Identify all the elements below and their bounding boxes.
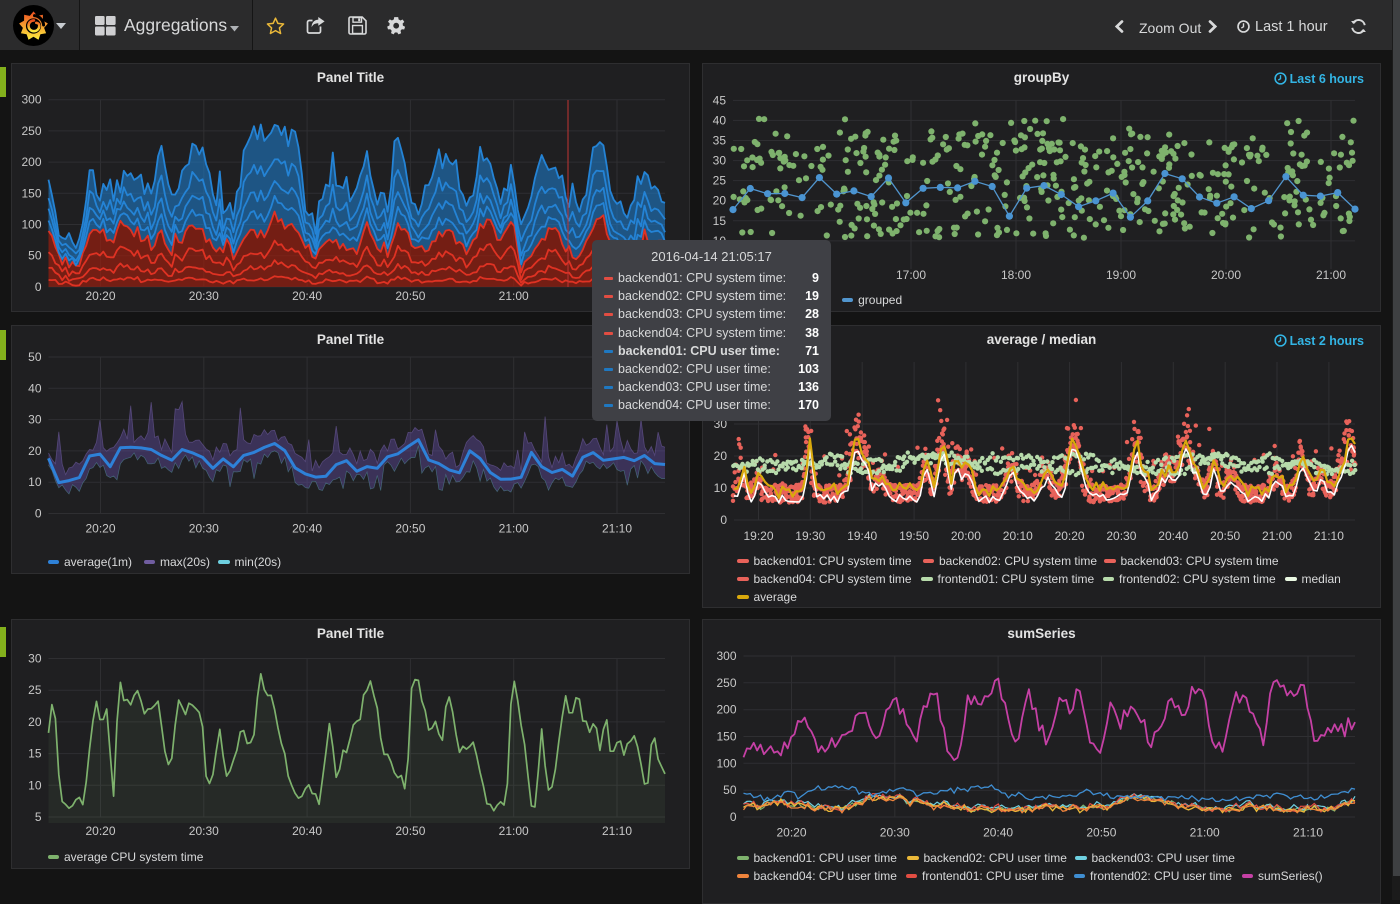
svg-text:20:10: 20:10 xyxy=(1003,529,1033,543)
svg-text:20:50: 20:50 xyxy=(1086,826,1116,840)
svg-text:300: 300 xyxy=(21,93,41,107)
svg-text:20:20: 20:20 xyxy=(1055,529,1085,543)
svg-text:20:40: 20:40 xyxy=(292,289,322,303)
svg-text:20:40: 20:40 xyxy=(292,522,322,536)
svg-text:20: 20 xyxy=(714,449,728,463)
svg-text:20: 20 xyxy=(28,444,42,458)
svg-text:17:00: 17:00 xyxy=(896,268,926,282)
svg-text:20:30: 20:30 xyxy=(880,826,910,840)
svg-text:20:50: 20:50 xyxy=(395,824,425,838)
svg-text:20:20: 20:20 xyxy=(776,826,806,840)
svg-text:19:20: 19:20 xyxy=(743,529,773,543)
svg-text:21:00: 21:00 xyxy=(1316,268,1346,282)
svg-text:21:10: 21:10 xyxy=(602,522,632,536)
svg-text:15: 15 xyxy=(28,747,42,761)
svg-text:50: 50 xyxy=(723,783,737,797)
svg-text:30: 30 xyxy=(713,154,727,168)
svg-text:10: 10 xyxy=(714,481,728,495)
svg-text:35: 35 xyxy=(713,134,727,148)
svg-text:21:00: 21:00 xyxy=(499,824,529,838)
svg-text:0: 0 xyxy=(35,507,42,521)
svg-text:0: 0 xyxy=(730,810,737,824)
svg-text:5: 5 xyxy=(35,810,42,824)
svg-text:40: 40 xyxy=(713,113,727,127)
svg-text:20: 20 xyxy=(713,194,727,208)
svg-text:20:00: 20:00 xyxy=(1211,268,1241,282)
svg-text:50: 50 xyxy=(28,249,42,263)
svg-text:20:40: 20:40 xyxy=(1158,529,1188,543)
svg-text:20:50: 20:50 xyxy=(395,289,425,303)
svg-text:45: 45 xyxy=(713,93,727,107)
svg-text:100: 100 xyxy=(21,218,41,232)
svg-text:20:00: 20:00 xyxy=(951,529,981,543)
svg-text:19:00: 19:00 xyxy=(1106,268,1136,282)
svg-text:0: 0 xyxy=(35,280,42,294)
svg-text:21:00: 21:00 xyxy=(499,289,529,303)
svg-text:40: 40 xyxy=(28,381,42,395)
svg-text:200: 200 xyxy=(21,155,41,169)
svg-text:21:10: 21:10 xyxy=(1293,826,1323,840)
svg-text:250: 250 xyxy=(21,124,41,138)
svg-text:18:00: 18:00 xyxy=(1001,268,1031,282)
svg-text:20: 20 xyxy=(28,715,42,729)
svg-text:200: 200 xyxy=(716,703,736,717)
svg-text:30: 30 xyxy=(28,652,42,666)
svg-text:20:30: 20:30 xyxy=(189,522,219,536)
svg-text:20:20: 20:20 xyxy=(85,824,115,838)
svg-text:21:00: 21:00 xyxy=(499,522,529,536)
svg-text:250: 250 xyxy=(716,676,736,690)
svg-text:10: 10 xyxy=(28,778,42,792)
svg-text:50: 50 xyxy=(28,350,42,364)
svg-text:25: 25 xyxy=(28,683,42,697)
svg-text:21:10: 21:10 xyxy=(602,824,632,838)
svg-text:20:30: 20:30 xyxy=(189,824,219,838)
svg-text:21:00: 21:00 xyxy=(1190,826,1220,840)
svg-text:100: 100 xyxy=(716,756,736,770)
svg-text:19:40: 19:40 xyxy=(847,529,877,543)
svg-text:15: 15 xyxy=(713,214,727,228)
svg-text:19:50: 19:50 xyxy=(899,529,929,543)
svg-text:300: 300 xyxy=(716,649,736,663)
svg-text:30: 30 xyxy=(28,413,42,427)
svg-text:150: 150 xyxy=(21,186,41,200)
svg-text:20:40: 20:40 xyxy=(983,826,1013,840)
svg-text:25: 25 xyxy=(713,174,727,188)
svg-text:20:20: 20:20 xyxy=(85,522,115,536)
svg-text:20:40: 20:40 xyxy=(292,824,322,838)
svg-text:20:50: 20:50 xyxy=(395,522,425,536)
svg-text:21:10: 21:10 xyxy=(1314,529,1344,543)
svg-text:20:30: 20:30 xyxy=(1106,529,1136,543)
svg-text:20:30: 20:30 xyxy=(189,289,219,303)
svg-text:10: 10 xyxy=(28,475,42,489)
svg-text:21:00: 21:00 xyxy=(1262,529,1292,543)
svg-text:20:50: 20:50 xyxy=(1210,529,1240,543)
svg-text:19:30: 19:30 xyxy=(795,529,825,543)
svg-text:150: 150 xyxy=(716,730,736,744)
svg-text:0: 0 xyxy=(720,513,727,527)
svg-text:20:20: 20:20 xyxy=(85,289,115,303)
